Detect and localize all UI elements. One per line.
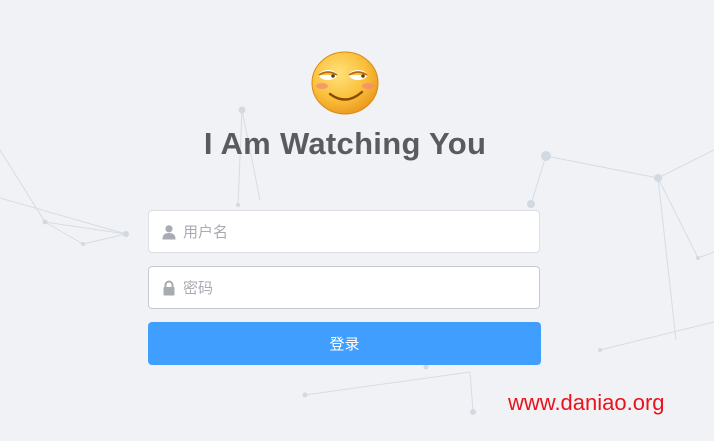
page-title: I Am Watching You <box>203 126 487 161</box>
smirking-emoji-icon <box>311 51 379 115</box>
username-field[interactable] <box>148 210 540 253</box>
watermark-text: www.daniao.org <box>508 390 665 415</box>
password-input[interactable] <box>183 267 533 308</box>
password-field[interactable] <box>148 266 540 309</box>
username-input[interactable] <box>183 211 533 252</box>
user-icon <box>162 225 176 240</box>
lock-icon <box>163 280 175 296</box>
login-button[interactable]: 登录 <box>148 322 541 365</box>
